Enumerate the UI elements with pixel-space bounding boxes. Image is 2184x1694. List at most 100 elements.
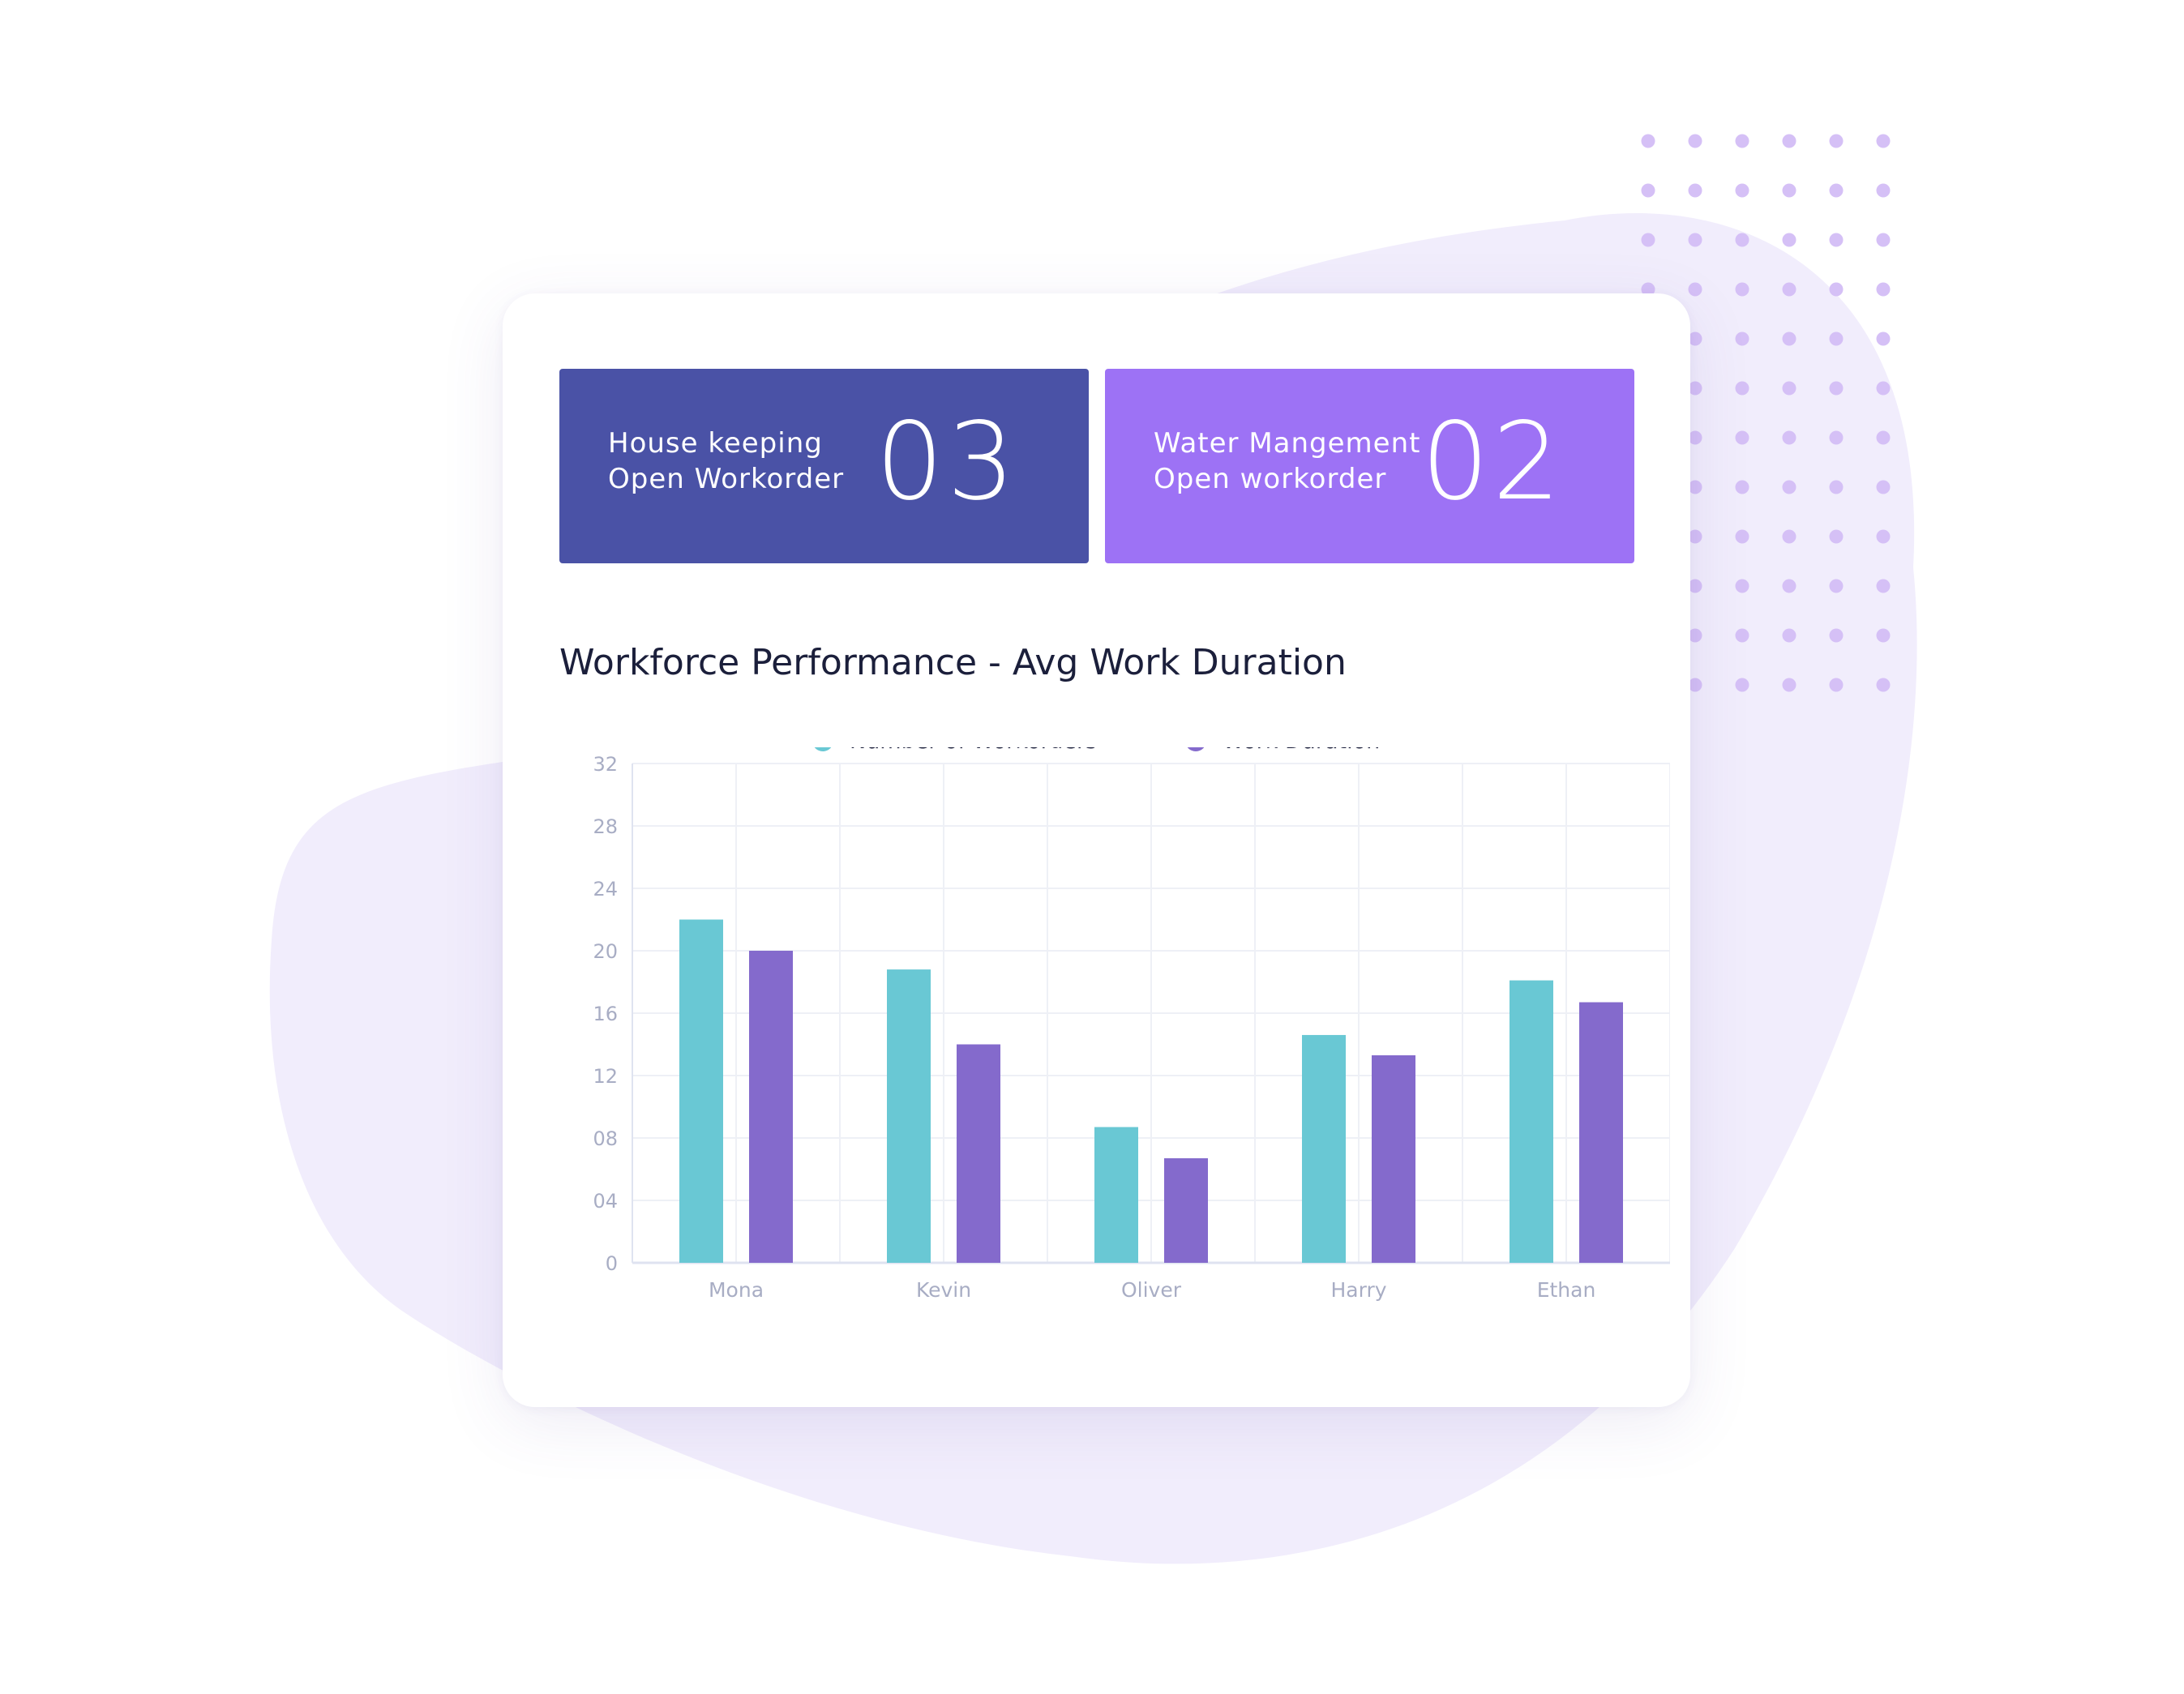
x-tick-label: Ethan bbox=[1537, 1278, 1596, 1302]
dot bbox=[1735, 183, 1749, 198]
dot bbox=[1876, 529, 1891, 544]
dot bbox=[1829, 480, 1844, 494]
dot bbox=[1829, 579, 1844, 593]
dot bbox=[1876, 134, 1891, 148]
dot bbox=[1782, 381, 1796, 396]
bar-workorders-oliver[interactable] bbox=[1094, 1127, 1138, 1263]
stat-value: 02 bbox=[1421, 400, 1564, 524]
dot bbox=[1876, 282, 1891, 297]
dot bbox=[1782, 529, 1796, 544]
stat-value: 03 bbox=[876, 400, 1018, 524]
x-tick-label: Mona bbox=[709, 1278, 764, 1302]
bar-duration-kevin[interactable] bbox=[957, 1044, 1000, 1264]
dot bbox=[1782, 183, 1796, 198]
dot bbox=[1641, 183, 1655, 198]
dot bbox=[1829, 183, 1844, 198]
dot bbox=[1688, 628, 1702, 643]
dot bbox=[1876, 430, 1891, 445]
dot bbox=[1829, 233, 1844, 247]
y-tick-label: 16 bbox=[593, 1003, 618, 1025]
dot bbox=[1829, 678, 1844, 692]
dot bbox=[1735, 678, 1749, 692]
chart-title: Workforce Performance - Avg Work Duratio… bbox=[559, 642, 1347, 683]
dot bbox=[1735, 430, 1749, 445]
stat-label-line1: House keeping bbox=[608, 427, 823, 460]
bar-workorders-kevin[interactable] bbox=[887, 969, 931, 1263]
stat-card-housekeeping[interactable]: House keeping Open Workorder 03 bbox=[559, 369, 1089, 563]
dot bbox=[1735, 282, 1749, 297]
dot bbox=[1735, 233, 1749, 247]
dot bbox=[1688, 183, 1702, 198]
dot bbox=[1735, 480, 1749, 494]
dot bbox=[1688, 233, 1702, 247]
legend-swatch bbox=[814, 747, 832, 751]
dot bbox=[1735, 134, 1749, 148]
y-tick-label: 12 bbox=[593, 1065, 618, 1088]
dot bbox=[1876, 332, 1891, 346]
dot bbox=[1641, 233, 1655, 247]
y-tick-label: 24 bbox=[593, 878, 618, 900]
dot bbox=[1782, 134, 1796, 148]
bar-workorders-harry[interactable] bbox=[1302, 1034, 1346, 1263]
dot bbox=[1829, 529, 1844, 544]
dot bbox=[1688, 579, 1702, 593]
dot bbox=[1782, 430, 1796, 445]
dot bbox=[1829, 282, 1844, 297]
dot bbox=[1782, 628, 1796, 643]
dot bbox=[1735, 332, 1749, 346]
bar-workorders-ethan[interactable] bbox=[1510, 980, 1553, 1263]
legend-label: Work Duration bbox=[1223, 747, 1380, 754]
stat-label-line2: Open workorder bbox=[1154, 463, 1387, 495]
dot bbox=[1829, 134, 1844, 148]
dot bbox=[1782, 332, 1796, 346]
dot bbox=[1735, 628, 1749, 643]
dot bbox=[1782, 282, 1796, 297]
y-tick-label: 28 bbox=[593, 815, 618, 838]
stat-card-water-management[interactable]: Water Mangement Open workorder 02 bbox=[1105, 369, 1634, 563]
bar-chart: 0 04 08 12 16 20 24 28 32 Mona Kevin Oliver Harry Eth… bbox=[593, 747, 1670, 1302]
stat-label: Water Mangement Open workorder bbox=[1154, 426, 1420, 497]
dot bbox=[1688, 480, 1702, 494]
legend-label: Number of Workorders bbox=[850, 747, 1097, 754]
dot bbox=[1876, 628, 1891, 643]
bar-duration-mona[interactable] bbox=[749, 951, 793, 1263]
bar-workorders-mona[interactable] bbox=[679, 919, 723, 1264]
dot bbox=[1782, 480, 1796, 494]
dot bbox=[1829, 332, 1844, 346]
bar-duration-harry[interactable] bbox=[1372, 1054, 1415, 1263]
dot bbox=[1876, 579, 1891, 593]
dot bbox=[1782, 678, 1796, 692]
dot bbox=[1876, 183, 1891, 198]
dot bbox=[1876, 381, 1891, 396]
legend-swatch bbox=[1187, 747, 1205, 751]
y-tick-label: 08 bbox=[593, 1127, 618, 1150]
dot bbox=[1688, 282, 1702, 297]
x-tick-label: Harry bbox=[1330, 1278, 1386, 1302]
dot bbox=[1688, 134, 1702, 148]
dot bbox=[1829, 628, 1844, 643]
stat-label-line2: Open Workorder bbox=[608, 463, 845, 495]
bar-duration-oliver[interactable] bbox=[1164, 1158, 1208, 1263]
dashboard-card: House keeping Open Workorder 03 Water Ma… bbox=[503, 293, 1690, 1407]
x-tick-label: Kevin bbox=[916, 1278, 971, 1302]
dot bbox=[1688, 332, 1702, 346]
dot bbox=[1782, 579, 1796, 593]
dot bbox=[1876, 480, 1891, 494]
dot bbox=[1735, 381, 1749, 396]
dot bbox=[1735, 529, 1749, 544]
dot bbox=[1688, 430, 1702, 445]
bar-duration-ethan[interactable] bbox=[1579, 1002, 1623, 1263]
y-tick-label: 0 bbox=[606, 1252, 618, 1275]
y-tick-label: 20 bbox=[593, 940, 618, 963]
dot bbox=[1688, 381, 1702, 396]
dot bbox=[1688, 678, 1702, 692]
stat-label: House keeping Open Workorder bbox=[608, 426, 844, 497]
x-tick-label: Oliver bbox=[1121, 1278, 1182, 1302]
dot bbox=[1829, 430, 1844, 445]
stat-label-line1: Water Mangement bbox=[1154, 427, 1421, 460]
dot bbox=[1641, 134, 1655, 148]
dot bbox=[1782, 233, 1796, 247]
dot bbox=[1688, 529, 1702, 544]
y-tick-label: 32 bbox=[593, 753, 618, 776]
dot bbox=[1876, 678, 1891, 692]
